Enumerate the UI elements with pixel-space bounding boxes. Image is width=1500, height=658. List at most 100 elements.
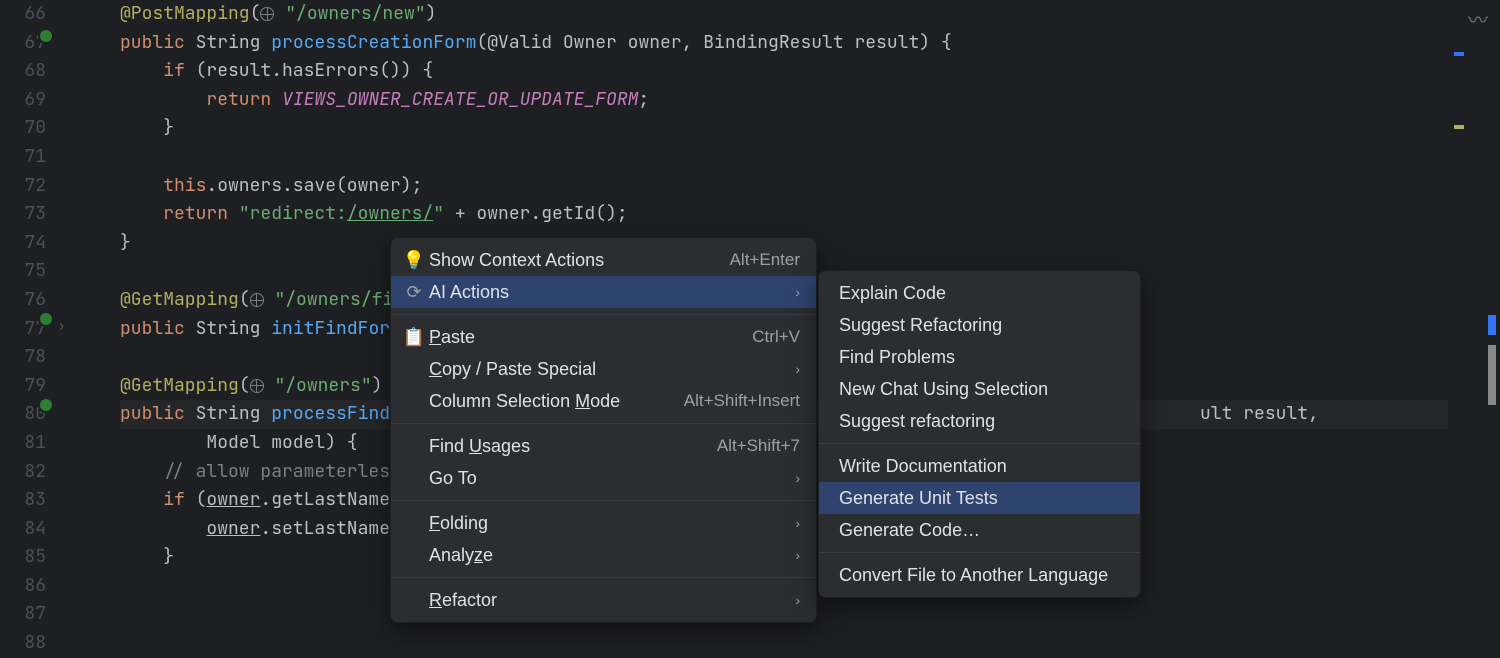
menu-item-folding[interactable]: Folding› (391, 507, 816, 539)
code-line[interactable]: this.owners.save(owner); (120, 172, 1500, 201)
paste-icon: 📋 (403, 327, 425, 348)
menu-item-go-to[interactable]: Go To› (391, 462, 816, 494)
inspections-icon[interactable]: 〰 (1468, 4, 1488, 33)
line-number: 75 (0, 257, 46, 286)
menu-label: Write Documentation (831, 456, 1124, 477)
menu-item-ai-actions[interactable]: ⟳AI Actions› (391, 276, 816, 308)
line-number: 86 (0, 572, 46, 601)
menu-label: Paste (425, 327, 752, 348)
submenu-arrow-icon: › (795, 470, 800, 486)
menu-item-refactor[interactable]: Refactor› (391, 584, 816, 616)
line-number: 66 (0, 0, 46, 29)
submenu-item-write-documentation[interactable]: Write Documentation (819, 450, 1140, 482)
code-line[interactable]: } (120, 114, 1500, 143)
line-number: 68 (0, 57, 46, 86)
submenu-item-generate-code-[interactable]: Generate Code… (819, 514, 1140, 546)
marker[interactable] (1488, 315, 1496, 335)
line-number: 87 (0, 600, 46, 629)
code-line[interactable] (120, 143, 1500, 172)
menu-item-show-context-actions[interactable]: 💡Show Context ActionsAlt+Enter (391, 244, 816, 276)
gutter-run-icon[interactable] (38, 28, 54, 44)
menu-label: Show Context Actions (425, 250, 730, 271)
gutter-expand-icon[interactable]: › (58, 312, 65, 341)
menu-shortcut: Alt+Shift+7 (717, 436, 800, 456)
line-number: 88 (0, 629, 46, 658)
menu-separator (391, 423, 816, 424)
marker[interactable] (1454, 125, 1464, 129)
submenu-item-convert-file-to-another-language[interactable]: Convert File to Another Language (819, 559, 1140, 591)
menu-label: AI Actions (425, 282, 795, 303)
line-number: 81 (0, 429, 46, 458)
menu-separator (819, 552, 1140, 553)
submenu-arrow-icon: › (795, 592, 800, 608)
marker[interactable] (1488, 345, 1496, 405)
menu-label: Analyze (425, 545, 795, 566)
gutter-run-icon[interactable] (38, 397, 54, 413)
menu-label: Generate Code… (831, 520, 1124, 541)
line-number: 73 (0, 200, 46, 229)
line-gutter: 6667686970717273747576777879808182838485… (0, 0, 72, 600)
menu-shortcut: Ctrl+V (752, 327, 800, 347)
code-line[interactable]: public String processCreationForm(@Valid… (120, 29, 1500, 58)
menu-item-find-usages[interactable]: Find UsagesAlt+Shift+7 (391, 430, 816, 462)
menu-label: Folding (425, 513, 795, 534)
line-number: 70 (0, 114, 46, 143)
line-number: 83 (0, 486, 46, 515)
menu-separator (391, 577, 816, 578)
submenu-item-suggest-refactoring[interactable]: Suggest refactoring (819, 405, 1140, 437)
code-line[interactable]: @PostMapping( "/owners/new") (120, 0, 1500, 29)
line-number: 82 (0, 458, 46, 487)
bulb-icon: 💡 (403, 250, 425, 271)
line-number: 74 (0, 229, 46, 258)
line-number: 84 (0, 515, 46, 544)
submenu-arrow-icon: › (795, 547, 800, 563)
submenu-item-explain-code[interactable]: Explain Code (819, 277, 1140, 309)
code-line[interactable]: return "redirect:/owners/" + owner.getId… (120, 200, 1500, 229)
globe-icon (250, 379, 264, 393)
marker[interactable] (1454, 52, 1464, 56)
submenu-item-generate-unit-tests[interactable]: Generate Unit Tests (819, 482, 1140, 514)
menu-item-paste[interactable]: 📋PasteCtrl+V (391, 321, 816, 353)
menu-separator (391, 500, 816, 501)
menu-label: Suggest Refactoring (831, 315, 1124, 336)
menu-shortcut: Alt+Shift+Insert (684, 391, 800, 411)
menu-item-copy-paste-special[interactable]: Copy / Paste Special› (391, 353, 816, 385)
menu-item-column-selection-mode[interactable]: Column Selection ModeAlt+Shift+Insert (391, 385, 816, 417)
right-marker-rail: 〰 (1448, 0, 1500, 600)
menu-label: New Chat Using Selection (831, 379, 1124, 400)
submenu-arrow-icon: › (795, 284, 800, 300)
submenu-item-new-chat-using-selection[interactable]: New Chat Using Selection (819, 373, 1140, 405)
line-number: 78 (0, 343, 46, 372)
line-number: 79 (0, 372, 46, 401)
menu-label: Convert File to Another Language (831, 565, 1124, 586)
gutter-run-icon[interactable] (38, 311, 54, 327)
menu-label: Generate Unit Tests (831, 488, 1124, 509)
context-menu[interactable]: 💡Show Context ActionsAlt+Enter⟳AI Action… (390, 237, 817, 623)
line-number: 76 (0, 286, 46, 315)
menu-item-analyze[interactable]: Analyze› (391, 539, 816, 571)
menu-label: Go To (425, 468, 795, 489)
menu-label: Suggest refactoring (831, 411, 1124, 432)
menu-separator (819, 443, 1140, 444)
submenu-arrow-icon: › (795, 515, 800, 531)
code-line[interactable]: if (result.hasErrors()) { (120, 57, 1500, 86)
line-number: 85 (0, 543, 46, 572)
line-number: 71 (0, 143, 46, 172)
submenu-item-find-problems[interactable]: Find Problems (819, 341, 1140, 373)
menu-label: Find Usages (425, 436, 717, 457)
ai-icon: ⟳ (403, 282, 425, 303)
line-number: 72 (0, 172, 46, 201)
submenu-item-suggest-refactoring[interactable]: Suggest Refactoring (819, 309, 1140, 341)
ai-actions-submenu[interactable]: Explain Code Suggest Refactoring Find Prob… (818, 270, 1141, 598)
globe-icon (260, 7, 274, 21)
menu-label: Column Selection Mode (425, 391, 684, 412)
menu-separator (391, 314, 816, 315)
menu-label: Copy / Paste Special (425, 359, 795, 380)
line-number: 69 (0, 86, 46, 115)
menu-label: Find Problems (831, 347, 1124, 368)
submenu-arrow-icon: › (795, 361, 800, 377)
code-line[interactable]: return VIEWS_OWNER_CREATE_OR_UPDATE_FORM… (120, 86, 1500, 115)
menu-label: Explain Code (831, 283, 1124, 304)
menu-label: Refactor (425, 590, 795, 611)
menu-shortcut: Alt+Enter (730, 250, 800, 270)
